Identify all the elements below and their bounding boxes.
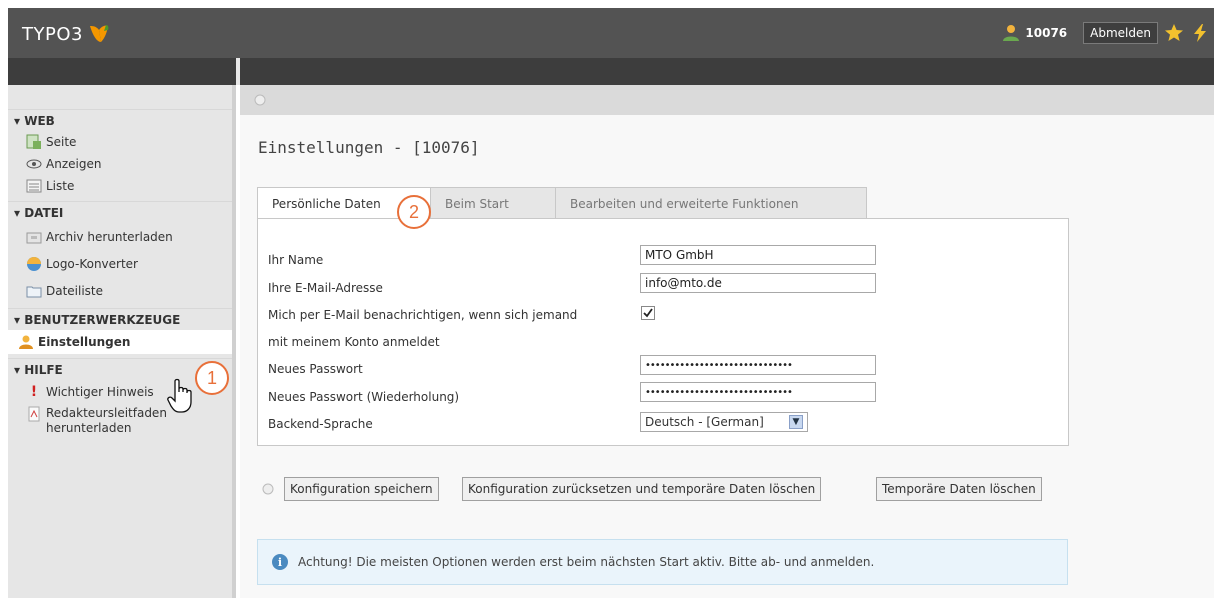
password-repeat-input[interactable]: [640, 382, 876, 402]
page-title: Einstellungen - [10076]: [258, 138, 480, 157]
menu-item-seite[interactable]: Seite: [8, 131, 232, 153]
menu-item-einstellungen[interactable]: Einstellungen: [8, 330, 232, 354]
user-icon: [1003, 25, 1020, 41]
menu-item-liste[interactable]: Liste: [8, 175, 232, 197]
language-select[interactable]: Deutsch - [German] ▼: [640, 412, 808, 432]
menu-item-label: Redakteursleitfaden herunterladen: [46, 406, 167, 435]
language-value: Deutsch - [German]: [645, 415, 764, 429]
menu-group-benutzerwerkzeuge[interactable]: ▾ BENUTZERWERKZEUGE: [8, 308, 232, 330]
checkmark-icon: [641, 306, 655, 320]
password-label: Neues Passwort: [268, 362, 363, 376]
tab-beim-start[interactable]: Beim Start: [430, 187, 556, 219]
info-icon: i: [272, 554, 288, 570]
folder-icon: [26, 283, 42, 299]
email-label: Ihre E-Mail-Adresse: [268, 281, 383, 295]
logout-button[interactable]: Abmelden: [1083, 22, 1158, 44]
user-settings-icon: [18, 334, 34, 350]
panel-splitter[interactable]: [236, 58, 240, 85]
callout-1: 1: [195, 361, 229, 395]
user-id: 10076: [1025, 26, 1068, 40]
flash-icon[interactable]: [1190, 23, 1210, 43]
menu-item-logo-konverter[interactable]: Logo-Konverter: [8, 250, 232, 277]
help-icon[interactable]: [262, 483, 274, 495]
menu-item-anzeigen[interactable]: Anzeigen: [8, 153, 232, 175]
bookmark-star-icon[interactable]: [1164, 23, 1184, 43]
menu-item-label: Seite: [46, 135, 77, 149]
callout-2: 2: [397, 195, 431, 229]
menu-item-archiv[interactable]: Archiv herunterladen: [8, 223, 232, 250]
hand-cursor-icon: [167, 378, 192, 413]
save-config-button[interactable]: Konfiguration speichern: [284, 477, 439, 501]
pdf-icon: [26, 406, 42, 422]
name-label: Ihr Name: [268, 253, 324, 267]
menu-group-web[interactable]: ▾ WEB: [8, 109, 232, 131]
menu-item-dateiliste[interactable]: Dateiliste: [8, 277, 232, 304]
tab-bearbeiten[interactable]: Bearbeiten und erweiterte Funktionen: [555, 187, 867, 219]
language-label: Backend-Sprache: [268, 417, 373, 431]
list-icon: [26, 178, 42, 194]
module-header-bar: [8, 58, 1214, 85]
tab-bar: Persönliche Daten Beim Start Bearbeiten …: [257, 187, 867, 219]
menu-item-label: Dateiliste: [46, 283, 104, 298]
page-icon: [26, 134, 42, 150]
info-notice: i Achtung! Die meisten Optionen werden e…: [257, 539, 1068, 585]
archive-icon: [26, 229, 42, 245]
module-menu: ▾ WEB Seite Anzeigen Liste ▾ DATEI Archi…: [8, 85, 236, 598]
chevron-down-icon: ▼: [789, 415, 803, 429]
top-bar: TYPO3 10076 Abmelden: [8, 8, 1214, 58]
doc-header: [240, 85, 1214, 115]
reset-config-button[interactable]: Konfiguration zurücksetzen und temporäre…: [462, 477, 822, 501]
top-right-toolbar: 10076 Abmelden: [1001, 21, 1210, 45]
logo-text: TYPO3: [22, 23, 83, 45]
notify-label-cont: mit meinem Konto anmeldet: [268, 335, 440, 349]
name-input[interactable]: [640, 245, 876, 265]
typo3-logo-icon: [89, 25, 109, 42]
exclamation-icon: !: [30, 384, 38, 400]
password-repeat-label: Neues Passwort (Wiederholung): [268, 390, 460, 404]
notice-text: Achtung! Die meisten Optionen werden ers…: [298, 555, 875, 569]
eye-icon: [26, 156, 42, 172]
menu-item-label: Archiv herunterladen: [46, 229, 173, 244]
notify-label: Mich per E-Mail benachrichtigen, wenn si…: [268, 308, 578, 322]
email-input[interactable]: [640, 273, 876, 293]
menu-item-label: Logo-Konverter: [46, 256, 138, 271]
menu-group-datei[interactable]: ▾ DATEI: [8, 201, 232, 223]
menu-item-label: Anzeigen: [46, 157, 102, 171]
typo3-logo[interactable]: TYPO3: [22, 22, 111, 46]
logo-converter-icon: [26, 256, 42, 272]
menu-item-label: Liste: [46, 179, 75, 193]
help-icon[interactable]: [254, 94, 266, 106]
menu-item-label: Einstellungen: [38, 335, 131, 349]
current-user[interactable]: 10076: [1001, 23, 1067, 43]
password-input[interactable]: [640, 355, 876, 375]
clear-temp-button[interactable]: Temporäre Daten löschen: [876, 477, 1042, 501]
menu-item-label: Wichtiger Hinweis: [46, 385, 154, 399]
notify-checkbox[interactable]: [641, 306, 655, 320]
menu-item-redakteursleitfaden[interactable]: Redakteursleitfaden herunterladen: [8, 404, 232, 440]
